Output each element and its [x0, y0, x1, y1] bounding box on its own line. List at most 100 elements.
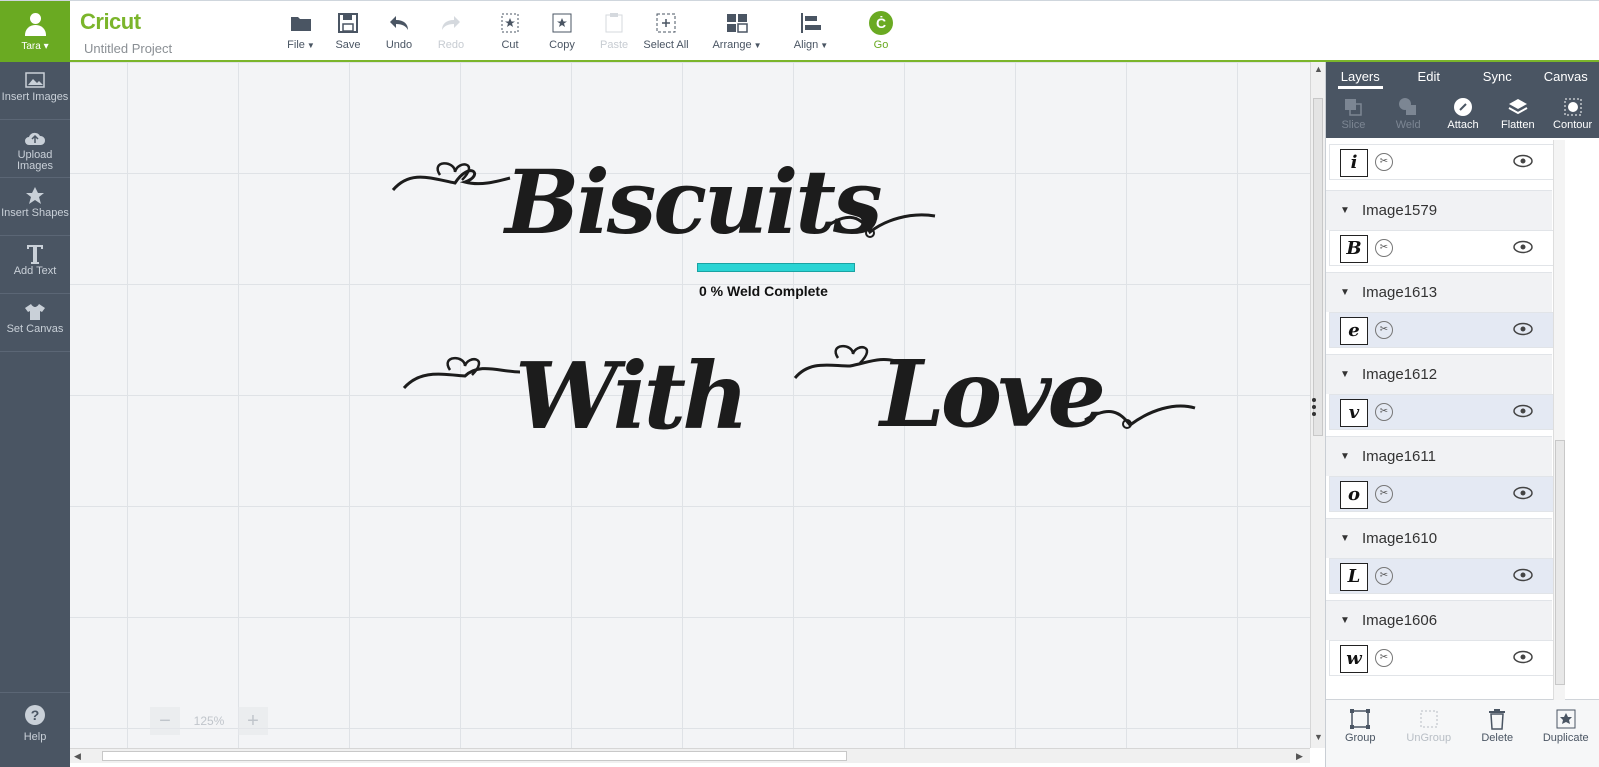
- group-label: Group: [1344, 732, 1376, 744]
- layer-thumbnail: B: [1340, 235, 1368, 263]
- layer-thumbnail: o: [1340, 481, 1368, 509]
- layer-name: Image1613: [1362, 284, 1438, 301]
- layer-row[interactable]: o ✂: [1329, 476, 1554, 512]
- scissors-icon[interactable]: ✂: [1375, 239, 1393, 257]
- contour-icon: [1545, 95, 1599, 119]
- layers-scrollbar[interactable]: [1553, 140, 1565, 700]
- ungroup-icon: [1395, 706, 1464, 732]
- weld-label: Weld: [1395, 119, 1421, 131]
- layer-thumbnail: L: [1340, 563, 1368, 591]
- collapse-triangle-icon[interactable]: ▼: [1340, 437, 1350, 477]
- layer-row[interactable]: B ✂: [1329, 230, 1554, 266]
- scissors-icon[interactable]: ✂: [1375, 153, 1393, 171]
- slice-icon: [1326, 95, 1381, 119]
- collapse-triangle-icon[interactable]: ▼: [1340, 519, 1350, 559]
- weld-icon: [1381, 95, 1436, 119]
- tab-edit[interactable]: Edit: [1395, 62, 1464, 92]
- layer-thumbnail: w: [1340, 645, 1368, 673]
- attach-label: Attach: [1447, 119, 1479, 131]
- collapse-triangle-icon[interactable]: ▼: [1340, 601, 1350, 641]
- tab-layers[interactable]: Layers: [1326, 62, 1395, 92]
- weld-progress-bar: [697, 263, 855, 272]
- eye-icon[interactable]: [1513, 322, 1533, 341]
- eye-icon[interactable]: [1513, 650, 1533, 669]
- layer-tools: Slice Weld Attach Flatten Contour: [1326, 92, 1599, 138]
- duplicate-label: Duplicate: [1542, 732, 1589, 744]
- text-with[interactable]: With: [515, 342, 749, 450]
- panel-tabs: Layers Edit Sync Canvas: [1326, 62, 1599, 92]
- layer-group-header[interactable]: ▼ Image1606: [1326, 600, 1552, 640]
- paperclip-icon: [1436, 95, 1491, 119]
- layer-row[interactable]: i ✂: [1329, 144, 1554, 180]
- trash-icon: [1463, 706, 1532, 732]
- layer-row[interactable]: e ✂: [1329, 312, 1554, 348]
- scissors-icon[interactable]: ✂: [1375, 321, 1393, 339]
- scissors-icon[interactable]: ✂: [1375, 485, 1393, 503]
- eye-icon[interactable]: [1513, 568, 1533, 587]
- ungroup-button[interactable]: UnGroup: [1395, 700, 1464, 767]
- delete-label: Delete: [1481, 732, 1514, 744]
- collapse-triangle-icon[interactable]: ▼: [1340, 355, 1350, 395]
- vertical-scroll-thumb[interactable]: [1313, 98, 1323, 436]
- slice-button[interactable]: Slice: [1326, 92, 1381, 138]
- layer-group-header[interactable]: ▼ Image1611: [1326, 436, 1552, 476]
- layer-name: Image1610: [1362, 530, 1438, 547]
- collapse-triangle-icon[interactable]: ▼: [1340, 191, 1350, 231]
- scroll-left-icon[interactable]: ◀: [74, 751, 81, 762]
- scroll-up-icon[interactable]: ▲: [1314, 64, 1323, 74]
- zoom-control: − 125% +: [150, 707, 268, 735]
- tab-canvas[interactable]: Canvas: [1532, 62, 1599, 92]
- layer-group-header[interactable]: ▼ Image1613: [1326, 272, 1552, 312]
- layer-group-header[interactable]: ▼ Image1579: [1326, 190, 1552, 230]
- group-button[interactable]: Group: [1326, 700, 1395, 767]
- text-love[interactable]: Love: [880, 340, 1106, 448]
- layers-scroll-thumb[interactable]: [1555, 440, 1565, 685]
- ungroup-label: UnGroup: [1406, 732, 1452, 744]
- slice-label: Slice: [1341, 119, 1366, 131]
- eye-icon[interactable]: [1513, 240, 1533, 259]
- panel-resize-handle[interactable]: [1312, 398, 1318, 419]
- duplicate-icon: [1532, 706, 1599, 732]
- layer-thumbnail: i: [1340, 149, 1368, 177]
- delete-button[interactable]: Delete: [1463, 700, 1532, 767]
- layer-list: i ✂ ▼ Image1579 B ✂ ▼ Image1613 e ✂ ▼ Image…: [1326, 142, 1588, 762]
- layer-row[interactable]: L ✂: [1329, 558, 1554, 594]
- layer-group-header[interactable]: ▼ Image1612: [1326, 354, 1552, 394]
- eye-icon[interactable]: [1513, 404, 1533, 423]
- layer-thumbnail: v: [1340, 399, 1368, 427]
- eye-icon[interactable]: [1513, 154, 1533, 173]
- weld-button[interactable]: Weld: [1381, 92, 1436, 138]
- canvas-horizontal-scrollbar[interactable]: ◀ ▶: [70, 748, 1310, 763]
- layer-name: Image1611: [1362, 448, 1436, 465]
- layer-group-header[interactable]: ▼ Image1610: [1326, 518, 1552, 558]
- weld-status-text: 0 % Weld Complete: [699, 283, 828, 299]
- layer-thumbnail: e: [1340, 317, 1368, 345]
- flatten-icon: [1490, 95, 1545, 119]
- scissors-icon[interactable]: ✂: [1375, 649, 1393, 667]
- duplicate-button[interactable]: Duplicate: [1532, 700, 1599, 767]
- scroll-right-icon[interactable]: ▶: [1296, 751, 1303, 762]
- contour-label: Contour: [1553, 119, 1593, 131]
- flatten-button[interactable]: Flatten: [1490, 92, 1545, 138]
- tab-sync[interactable]: Sync: [1463, 62, 1532, 92]
- scissors-icon[interactable]: ✂: [1375, 403, 1393, 421]
- cricut-design-space: Tara ▾ Cricut Untitled Project File ▼ Sav…: [0, 0, 1599, 767]
- horizontal-scroll-thumb[interactable]: [102, 751, 847, 761]
- panel-footer: Group UnGroup Delete Duplicate: [1326, 699, 1599, 767]
- layer-name: Image1606: [1362, 612, 1438, 629]
- zoom-out-button[interactable]: −: [150, 707, 180, 735]
- scroll-down-icon[interactable]: ▼: [1314, 732, 1323, 742]
- layer-name: Image1612: [1362, 366, 1438, 383]
- layer-row[interactable]: w ✂: [1329, 640, 1554, 676]
- zoom-in-button[interactable]: +: [238, 707, 268, 735]
- collapse-triangle-icon[interactable]: ▼: [1340, 273, 1350, 313]
- text-biscuits[interactable]: Biscuits: [505, 150, 883, 254]
- zoom-level: 125%: [193, 714, 225, 728]
- layer-row[interactable]: v ✂: [1329, 394, 1554, 430]
- contour-button[interactable]: Contour: [1545, 92, 1599, 138]
- layer-name: Image1579: [1362, 202, 1438, 219]
- eye-icon[interactable]: [1513, 486, 1533, 505]
- scissors-icon[interactable]: ✂: [1375, 567, 1393, 585]
- attach-button[interactable]: Attach: [1436, 92, 1491, 138]
- flatten-label: Flatten: [1500, 119, 1535, 131]
